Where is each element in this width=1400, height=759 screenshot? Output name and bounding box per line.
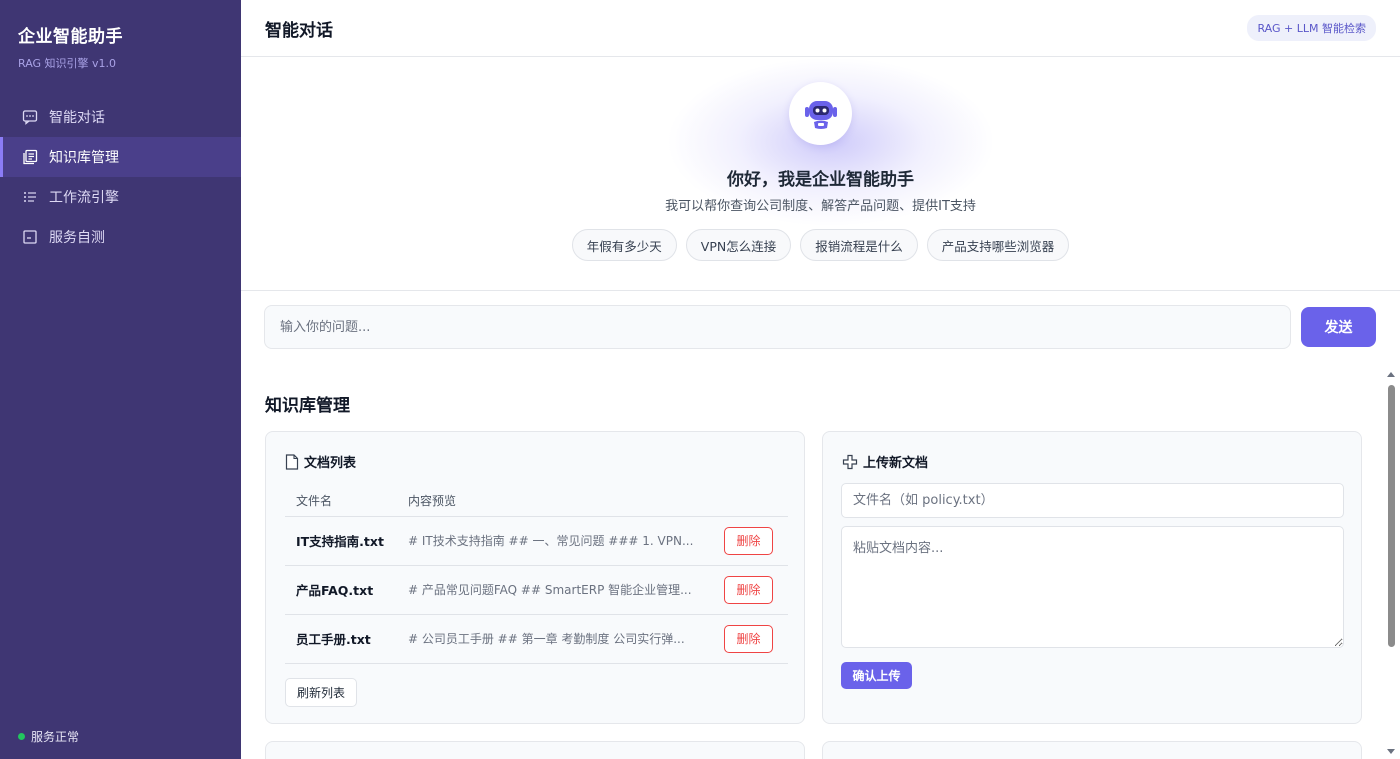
sidebar-item-label: 工作流引擎 — [49, 190, 119, 206]
document-list-header: 文档列表 — [285, 452, 356, 471]
content-preview-cell: # 公司员工手册 ## 第一章 考勤制度 公司实行弹... — [397, 614, 713, 664]
suggestion-chip[interactable]: 产品支持哪些浏览器 — [926, 229, 1070, 261]
scrollbar-thumb[interactable] — [1388, 385, 1395, 647]
table-row: 产品FAQ.txt # 产品常见问题FAQ ## SmartERP 智能企业管理… — [285, 565, 788, 615]
document-table: 文件名 内容预览 IT支持指南.txt # IT技术支持指南 ## 一、常见问题… — [285, 486, 788, 664]
scroll-up-arrow-icon[interactable] — [1387, 372, 1395, 377]
service-status: 服务正常 — [18, 728, 79, 745]
robot-avatar — [789, 82, 852, 145]
scroll-down-arrow-icon[interactable] — [1387, 749, 1395, 754]
content-preview: # 产品常见问题FAQ ## SmartERP 智能企业管理... — [408, 583, 692, 597]
upload-header: 上传新文档 — [842, 452, 928, 471]
brand: 企业智能助手 RAG 知识引擎 v1.0 — [0, 0, 241, 71]
file-name: IT支持指南.txt — [285, 516, 397, 566]
column-header: 内容预览 — [397, 486, 713, 517]
refresh-list-button[interactable]: 刷新列表 — [285, 678, 357, 707]
filename-input[interactable] — [841, 483, 1344, 518]
page-scrollbar[interactable] — [1383, 367, 1400, 759]
file-name: 员工手册.txt — [285, 614, 397, 664]
sidebar-item-knowledge[interactable]: 知识库管理 — [0, 137, 241, 177]
sidebar-item-workflow[interactable]: 工作流引擎 — [0, 177, 241, 217]
delete-button[interactable]: 删除 — [724, 575, 773, 604]
library-icon — [22, 149, 38, 165]
column-header: 文件名 — [285, 486, 397, 517]
status-dot-icon — [18, 733, 25, 740]
sidebar-item-label: 服务自测 — [49, 230, 105, 246]
brand-title: 企业智能助手 — [18, 27, 123, 47]
action-cell: 删除 — [713, 614, 788, 664]
main-content: 智能对话 RAG + LLM 智能检索 你好，我是企业智能助手 我可以帮你查询公… — [241, 0, 1400, 759]
suggestion-chip[interactable]: VPN怎么连接 — [685, 229, 792, 261]
checkbox-icon — [22, 229, 38, 245]
welcome-title: 你好，我是企业智能助手 — [727, 170, 914, 190]
document-content-textarea[interactable] — [841, 526, 1344, 648]
chat-input-row: 发送 — [264, 305, 1376, 349]
sidebar-item-selftest[interactable]: 服务自测 — [0, 217, 241, 257]
sidebar: 企业智能助手 RAG 知识引擎 v1.0 智能对话 知识库管理 工作流引擎 服务… — [0, 0, 241, 759]
delete-button[interactable]: 删除 — [724, 526, 773, 555]
column-header-actions — [713, 486, 788, 517]
content-preview-cell: # IT技术支持指南 ## 一、常见问题 ### 1. VPN... — [397, 516, 713, 566]
upload-card: 上传新文档 确认上传 — [822, 431, 1362, 724]
next-card-right — [822, 741, 1362, 759]
table-header-row: 文件名 内容预览 — [285, 486, 788, 517]
welcome-subtitle: 我可以帮你查询公司制度、解答产品问题、提供IT支持 — [665, 199, 976, 214]
sidebar-item-label: 知识库管理 — [49, 150, 119, 166]
brand-subtitle: RAG 知识引擎 v1.0 — [18, 57, 117, 70]
upload-title: 上传新文档 — [863, 456, 929, 471]
document-list-title: 文档列表 — [304, 456, 357, 471]
sidebar-item-chat[interactable]: 智能对话 — [0, 97, 241, 137]
knowledge-section-title: 知识库管理 — [265, 396, 350, 416]
sidebar-nav: 智能对话 知识库管理 工作流引擎 服务自测 — [0, 97, 241, 257]
file-name: 产品FAQ.txt — [285, 565, 397, 615]
document-icon — [285, 453, 299, 470]
page-title: 智能对话 — [265, 20, 333, 41]
suggestion-chips: 年假有多少天 VPN怎么连接 报销流程是什么 产品支持哪些浏览器 — [241, 229, 1400, 261]
confirm-upload-button[interactable]: 确认上传 — [841, 662, 912, 689]
question-input[interactable] — [264, 305, 1291, 349]
action-cell: 删除 — [713, 516, 788, 566]
document-list-card: 文档列表 文件名 内容预览 IT支持指南.txt # IT技术支持指南 ## 一… — [265, 431, 805, 724]
service-status-label: 服务正常 — [31, 730, 80, 744]
table-row: IT支持指南.txt # IT技术支持指南 ## 一、常见问题 ### 1. V… — [285, 516, 788, 566]
mode-badge: RAG + LLM 智能检索 — [1247, 15, 1376, 41]
next-card-left — [265, 741, 805, 759]
chat-icon — [22, 109, 38, 125]
send-button[interactable]: 发送 — [1301, 307, 1376, 347]
list-icon — [22, 189, 38, 205]
content-preview: # 公司员工手册 ## 第一章 考勤制度 公司实行弹... — [408, 632, 685, 646]
content-preview: # IT技术支持指南 ## 一、常见问题 ### 1. VPN... — [408, 534, 694, 548]
topbar: 智能对话 RAG + LLM 智能检索 — [241, 0, 1400, 57]
action-cell: 删除 — [713, 565, 788, 615]
robot-icon — [804, 100, 837, 129]
sidebar-item-label: 智能对话 — [49, 110, 105, 126]
content-preview-cell: # 产品常见问题FAQ ## SmartERP 智能企业管理... — [397, 565, 713, 615]
suggestion-chip[interactable]: 年假有多少天 — [571, 229, 677, 261]
delete-button[interactable]: 删除 — [724, 624, 773, 653]
chat-welcome: 你好，我是企业智能助手 我可以帮你查询公司制度、解答产品问题、提供IT支持 年假… — [241, 57, 1400, 291]
table-row: 员工手册.txt # 公司员工手册 ## 第一章 考勤制度 公司实行弹... 删… — [285, 614, 788, 664]
plus-icon — [842, 454, 858, 470]
suggestion-chip[interactable]: 报销流程是什么 — [800, 229, 918, 261]
